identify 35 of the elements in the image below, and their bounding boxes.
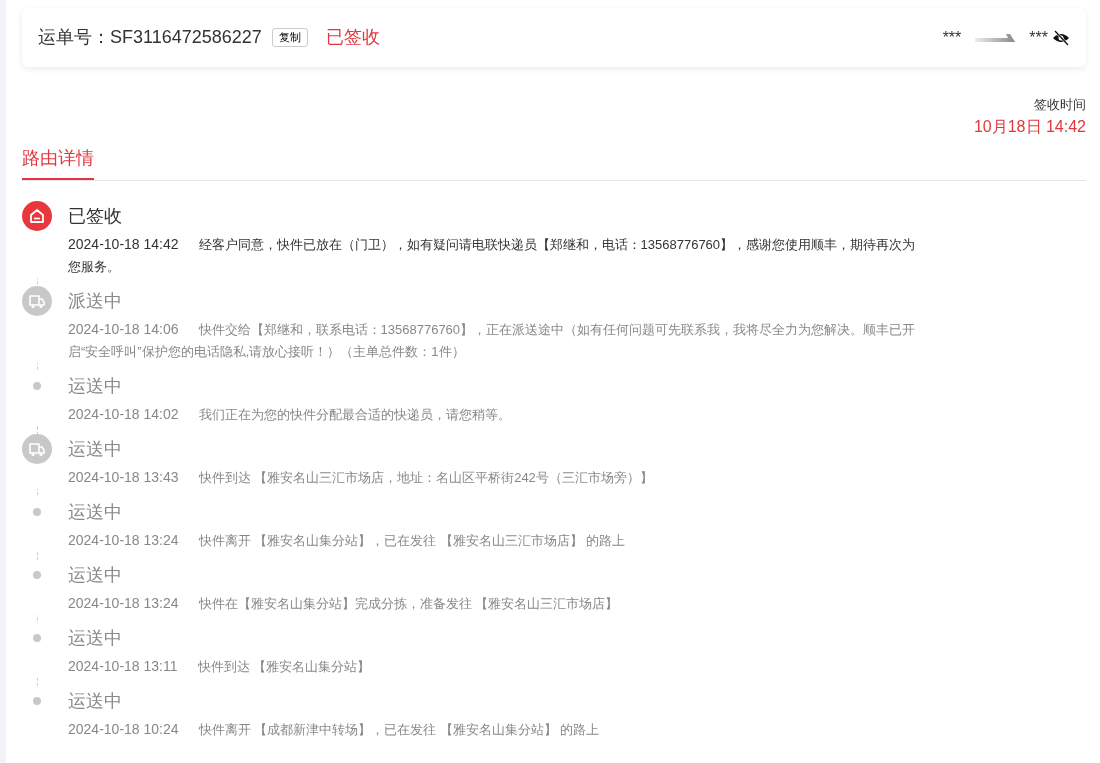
tracking-number: SF3116472586227 bbox=[110, 26, 262, 49]
event-description: 2024-10-18 13:24 快件在【雅安名山集分站】完成分拣，准备发往 【雅安名山三汇市场店】 bbox=[68, 593, 619, 613]
event-time: 2024-10-18 13:24 bbox=[68, 531, 179, 548]
event-time: 2024-10-18 14:42 bbox=[68, 235, 179, 252]
event-title: 已签收 bbox=[68, 204, 123, 228]
event-description: 2024-10-18 14:42 经客户同意，快件已放在（门卫），如有疑问请电联快递员【郑继和，电话：13568776760】，感谢您使用顺丰，期待再次为您服务。 bbox=[68, 234, 917, 276]
event-title: 运送中 bbox=[68, 563, 123, 587]
origin-city: *** bbox=[942, 27, 962, 48]
route-arrow-icon bbox=[975, 33, 1016, 42]
event-description: 2024-10-18 13:11 快件到达 【雅安名山集分站】 bbox=[68, 656, 371, 676]
event-description: 2024-10-18 14:06 快件交给【郑继和，联系电话：13568776760】，正在派送途中（如有任何问题可先联系我，我将尽全力为您解决。顺丰已开启“安全呼叫”保护您的电话隐私,请放心接听！）（主单总件数：1件） bbox=[68, 319, 917, 361]
eye-off-icon[interactable] bbox=[1052, 29, 1070, 46]
event-time: 2024-10-18 14:02 bbox=[68, 405, 179, 422]
signed-time-value: 10月18日 14:42 bbox=[973, 116, 1086, 137]
tab[interactable]: 路由详情 bbox=[22, 144, 94, 180]
event-title: 派送中 bbox=[68, 289, 123, 313]
event-title: 运送中 bbox=[68, 374, 123, 398]
event-time: 2024-10-18 13:24 bbox=[68, 594, 179, 611]
event-description: 2024-10-18 10:24 快件离开 【成都新津中转场】，已在发往 【雅安名山集分站】 的路上 bbox=[68, 719, 600, 739]
event-time: 2024-10-18 13:11 bbox=[68, 657, 178, 674]
event-time: 2024-10-18 10:24 bbox=[68, 720, 179, 737]
tracking-label: 运单号： bbox=[38, 26, 110, 49]
event-description: 2024-10-18 13:43 快件到达 【雅安名山三汇市场店，地址：名山区平桥街242号（三汇市场旁）】 bbox=[68, 467, 653, 487]
signed-time-label: 签收时间 bbox=[1034, 96, 1086, 114]
event-description: 2024-10-18 13:24 快件离开 【雅安名山集分站】，已在发往 【雅安名山三汇市场店】 的路上 bbox=[68, 530, 626, 550]
event-time: 2024-10-18 13:43 bbox=[68, 468, 179, 485]
copy-button[interactable]: 复制 bbox=[271, 28, 308, 47]
delivery-status: 已签收 bbox=[325, 26, 380, 49]
event-title: 运送中 bbox=[68, 689, 123, 713]
event-time: 2024-10-18 14:06 bbox=[68, 320, 179, 337]
event-description: 2024-10-18 14:02 我们正在为您的快件分配最合适的快递员，请您稍等。 bbox=[68, 404, 511, 424]
event-title: 运送中 bbox=[68, 500, 123, 524]
destination-city: *** bbox=[1029, 27, 1048, 48]
event-title: 运送中 bbox=[68, 626, 123, 650]
event-title: 运送中 bbox=[68, 437, 123, 461]
